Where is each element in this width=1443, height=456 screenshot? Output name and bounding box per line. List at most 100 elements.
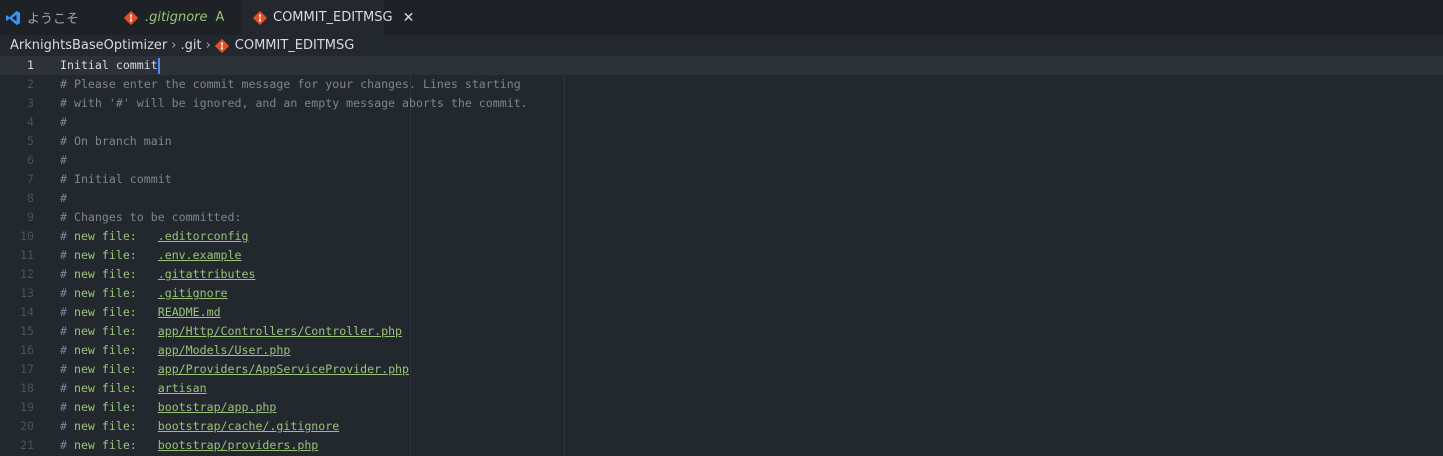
line-text: # bbox=[60, 191, 67, 205]
file-link[interactable]: bootstrap/cache/.gitignore bbox=[158, 419, 339, 433]
editor-line[interactable]: 13 # new file: .gitignore bbox=[0, 284, 1443, 303]
file-link[interactable]: README.md bbox=[158, 305, 221, 319]
line-number: 15 bbox=[20, 324, 34, 338]
comment-prefix: # new file: bbox=[60, 438, 158, 452]
line-text: # Please enter the commit message for yo… bbox=[60, 77, 521, 91]
editor-line[interactable]: 6 # bbox=[0, 151, 1443, 170]
text-cursor bbox=[157, 57, 160, 74]
editor-line[interactable]: 11 # new file: .env.example bbox=[0, 246, 1443, 265]
line-number: 5 bbox=[27, 134, 34, 148]
comment-prefix: # new file: bbox=[60, 267, 158, 281]
editor-line[interactable]: 14 # new file: README.md bbox=[0, 303, 1443, 322]
comment-prefix: # new file: bbox=[60, 419, 158, 433]
editor-line[interactable]: 20 # new file: bootstrap/cache/.gitignore bbox=[0, 417, 1443, 436]
line-number: 17 bbox=[20, 362, 34, 376]
line-text: # new file: bootstrap/app.php bbox=[60, 398, 276, 417]
tab-bar: ようこそ .gitignore A COMMIT_EDITMSG ✕ bbox=[0, 0, 1443, 35]
comment-prefix: # new file: bbox=[60, 343, 158, 357]
file-link[interactable]: app/Providers/AppServiceProvider.php bbox=[158, 362, 409, 376]
line-number: 13 bbox=[20, 286, 34, 300]
editor-line[interactable]: 5 # On branch main bbox=[0, 132, 1443, 151]
editor-line[interactable]: 12 # new file: .gitattributes bbox=[0, 265, 1443, 284]
line-number: 2 bbox=[27, 77, 34, 91]
vscode-icon bbox=[5, 10, 21, 26]
file-link[interactable]: .editorconfig bbox=[158, 229, 249, 243]
line-number: 11 bbox=[20, 248, 34, 262]
line-text: # bbox=[60, 153, 67, 167]
editor-line[interactable]: 16 # new file: app/Models/User.php bbox=[0, 341, 1443, 360]
editor-line[interactable]: 4 # bbox=[0, 113, 1443, 132]
file-link[interactable]: app/Models/User.php bbox=[158, 343, 291, 357]
line-number: 8 bbox=[27, 191, 34, 205]
line-number: 18 bbox=[20, 381, 34, 395]
file-link[interactable]: bootstrap/app.php bbox=[158, 400, 277, 414]
line-number: 21 bbox=[20, 438, 34, 452]
line-text: # new file: .gitignore bbox=[60, 284, 228, 303]
line-number: 19 bbox=[20, 400, 34, 414]
git-status-badge: A bbox=[215, 10, 225, 25]
editor-line[interactable]: 21 # new file: bootstrap/providers.php bbox=[0, 436, 1443, 455]
line-text: # new file: artisan bbox=[60, 379, 207, 398]
line-number: 20 bbox=[20, 419, 34, 433]
file-link[interactable]: .env.example bbox=[158, 248, 242, 262]
tab-commit-editmsg[interactable]: COMMIT_EDITMSG ✕ bbox=[241, 0, 414, 35]
tab-label: COMMIT_EDITMSG bbox=[273, 10, 393, 25]
close-icon[interactable]: ✕ bbox=[403, 10, 415, 26]
breadcrumb-item-file[interactable]: COMMIT_EDITMSG bbox=[235, 38, 355, 53]
line-text: # On branch main bbox=[60, 134, 172, 148]
git-icon bbox=[253, 10, 267, 26]
line-number: 12 bbox=[20, 267, 34, 281]
editor[interactable]: 1 Initial commit 2 # Please enter the commi… bbox=[0, 56, 1443, 456]
editor-line[interactable]: 1 Initial commit bbox=[0, 56, 1443, 75]
editor-line[interactable]: 18 # new file: artisan bbox=[0, 379, 1443, 398]
editor-line[interactable]: 7 # Initial commit bbox=[0, 170, 1443, 189]
line-text: # new file: app/Models/User.php bbox=[60, 341, 290, 360]
comment-prefix: # new file: bbox=[60, 305, 158, 319]
line-number: 16 bbox=[20, 343, 34, 357]
editor-line[interactable]: 8 # bbox=[0, 189, 1443, 208]
line-number: 1 bbox=[27, 58, 34, 72]
line-number: 6 bbox=[27, 153, 34, 167]
breadcrumb-item-project[interactable]: ArknightsBaseOptimizer bbox=[10, 38, 167, 53]
line-text: # new file: .gitattributes bbox=[60, 265, 255, 284]
line-text: # new file: .editorconfig bbox=[60, 227, 248, 246]
breadcrumb-item-git[interactable]: .git bbox=[180, 38, 201, 53]
line-number: 10 bbox=[20, 229, 34, 243]
line-text: # new file: .env.example bbox=[60, 246, 242, 265]
comment-prefix: # new file: bbox=[60, 229, 158, 243]
file-link[interactable]: artisan bbox=[158, 381, 207, 395]
file-link[interactable]: app/Http/Controllers/Controller.php bbox=[158, 324, 402, 338]
tab-label: ようこそ bbox=[27, 12, 80, 27]
editor-line[interactable]: 2 # Please enter the commit message for y… bbox=[0, 75, 1443, 94]
chevron-right-icon: › bbox=[205, 38, 211, 53]
line-number: 3 bbox=[27, 96, 34, 110]
line-text: # new file: bootstrap/providers.php bbox=[60, 436, 318, 455]
line-text: # new file: app/Http/Controllers/Control… bbox=[60, 322, 402, 341]
editor-line[interactable]: 10 # new file: .editorconfig bbox=[0, 227, 1443, 246]
file-link[interactable]: .gitignore bbox=[158, 286, 228, 300]
tab-welcome[interactable]: ようこそ bbox=[0, 0, 111, 35]
line-text: # bbox=[60, 115, 67, 129]
comment-prefix: # new file: bbox=[60, 286, 158, 300]
line-text: # Changes to be committed: bbox=[60, 210, 242, 224]
tab-label: .gitignore bbox=[145, 10, 208, 25]
line-number: 7 bbox=[27, 172, 34, 186]
comment-prefix: # new file: bbox=[60, 381, 158, 395]
comment-prefix: # new file: bbox=[60, 248, 158, 262]
editor-line[interactable]: 15 # new file: app/Http/Controllers/Contr… bbox=[0, 322, 1443, 341]
comment-prefix: # new file: bbox=[60, 400, 158, 414]
file-link[interactable]: .gitattributes bbox=[158, 267, 256, 281]
file-link[interactable]: bootstrap/providers.php bbox=[158, 438, 319, 452]
line-text: # new file: README.md bbox=[60, 303, 221, 322]
editor-line[interactable]: 17 # new file: app/Providers/AppServicePr… bbox=[0, 360, 1443, 379]
breadcrumb: ArknightsBaseOptimizer › .git › COMMIT_E… bbox=[10, 35, 354, 56]
editor-line[interactable]: 3 # with '#' will be ignored, and an empt… bbox=[0, 94, 1443, 113]
line-text: Initial commit bbox=[60, 57, 160, 74]
editor-line[interactable]: 9 # Changes to be committed: bbox=[0, 208, 1443, 227]
git-icon bbox=[123, 10, 139, 26]
line-text: # Initial commit bbox=[60, 172, 172, 186]
line-number: 4 bbox=[27, 115, 34, 129]
git-icon bbox=[214, 38, 229, 53]
tab-gitignore[interactable]: .gitignore A bbox=[111, 0, 241, 35]
editor-line[interactable]: 19 # new file: bootstrap/app.php bbox=[0, 398, 1443, 417]
